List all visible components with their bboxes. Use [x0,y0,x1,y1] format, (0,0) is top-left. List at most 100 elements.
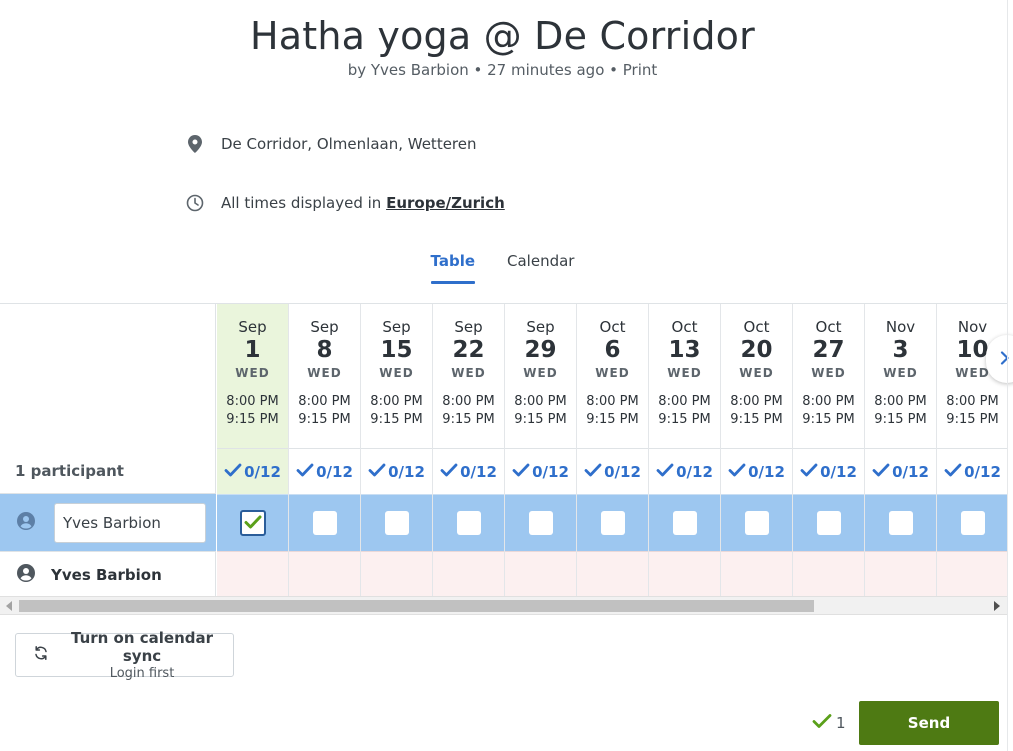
participant-name-input[interactable] [54,502,206,543]
date-weekday: WED [379,366,414,380]
date-option-cell [721,494,792,551]
date-option-checkbox[interactable] [744,511,769,535]
date-end-time: 9:15 PM [442,412,495,427]
date-option-checkbox[interactable] [960,511,985,535]
poll-title: Hatha yoga @ De Corridor [250,14,755,58]
date-vote-count: 0/12 [937,449,1007,494]
date-header: Oct 6 WED 8:00 PM 9:15 PM [577,304,648,449]
date-count-value: 0/12 [748,462,785,481]
participant-vote-cell [721,551,792,596]
sync-icon [33,645,49,665]
date-vote-count: 0/12 [361,449,432,494]
participant-vote-cell [433,551,504,596]
date-column: Sep 22 WED 8:00 PM 9:15 PM 0/12 [433,304,505,596]
date-option-checkbox[interactable] [312,511,337,535]
date-start-time: 8:00 PM [658,394,711,409]
participant-vote-cell [361,551,432,596]
date-month: Sep [238,318,267,336]
participant-vote-cell [505,551,576,596]
date-end-time: 9:15 PM [658,412,711,427]
tab-table[interactable]: Table [430,252,476,284]
horizontal-scrollbar[interactable] [0,596,1007,615]
date-weekday: WED [595,366,630,380]
date-start-time: 8:00 PM [730,394,783,409]
date-option-cell [289,494,360,551]
check-icon [224,463,242,481]
date-count-value: 0/12 [820,462,857,481]
date-header: Sep 1 WED 8:00 PM 9:15 PM [217,304,288,449]
date-header: Nov 3 WED 8:00 PM 9:15 PM [865,304,936,449]
date-column: Sep 8 WED 8:00 PM 9:15 PM 0/12 [289,304,361,596]
participant-vote-cell [937,551,1007,596]
date-weekday: WED [523,366,558,380]
date-header: Oct 20 WED 8:00 PM 9:15 PM [721,304,792,449]
date-start-time: 8:00 PM [802,394,855,409]
selected-count-value: 1 [836,714,846,732]
sync-button-label: Turn on calendar sync [70,629,214,665]
calendar-sync-button[interactable]: Turn on calendar sync Login first [15,629,234,681]
date-option-cell [577,494,648,551]
date-day: 8 [316,337,333,363]
check-icon [584,463,602,481]
scrollbar-thumb[interactable] [19,600,814,612]
check-icon [800,463,818,481]
date-count-value: 0/12 [676,462,713,481]
date-end-time: 9:15 PM [370,412,423,427]
participant-vote-cell [649,551,720,596]
date-month: Nov [957,318,988,336]
date-option-checkbox[interactable] [384,511,409,535]
date-start-time: 8:00 PM [370,394,423,409]
date-option-cell [865,494,936,551]
date-end-time: 9:15 PM [802,412,855,427]
date-vote-count: 0/12 [289,449,360,494]
date-column: Oct 6 WED 8:00 PM 9:15 PM 0/12 [577,304,649,596]
participant-count: 1 participant [0,449,216,494]
date-start-time: 8:00 PM [226,394,279,409]
date-count-value: 0/12 [244,462,281,481]
date-month: Oct [599,318,626,336]
timezone-row: All times displayed in Europe/Zurich [185,193,505,213]
date-option-cell [793,494,864,551]
date-header: Sep 8 WED 8:00 PM 9:15 PM [289,304,360,449]
date-option-cell [505,494,576,551]
date-option-checkbox[interactable] [672,511,697,535]
tab-calendar[interactable]: Calendar [507,252,574,284]
date-option-cell [937,494,1007,551]
date-vote-count: 0/12 [721,449,792,494]
date-count-value: 0/12 [892,462,929,481]
date-header: Sep 29 WED 8:00 PM 9:15 PM [505,304,576,449]
date-end-time: 9:15 PM [730,412,783,427]
date-month: Oct [671,318,698,336]
date-weekday: WED [235,366,270,380]
date-option-checkbox[interactable] [600,511,625,535]
date-option-cell [433,494,504,551]
participant-vote-cell [793,551,864,596]
date-month: Sep [382,318,411,336]
check-icon [296,463,314,481]
send-button[interactable]: Send [859,701,999,745]
date-weekday: WED [883,366,918,380]
date-start-time: 8:00 PM [514,394,567,409]
scroll-left-arrow-icon[interactable] [6,601,12,611]
participant-row: Yves Barbion [0,551,216,596]
date-column: Oct 27 WED 8:00 PM 9:15 PM 0/12 [793,304,865,596]
participant-name: Yves Barbion [51,565,162,584]
date-column: Oct 13 WED 8:00 PM 9:15 PM 0/12 [649,304,721,596]
date-count-value: 0/12 [460,462,497,481]
date-option-checkbox[interactable] [456,511,481,535]
date-day: 27 [812,337,845,363]
date-month: Nov [885,318,916,336]
date-option-checkbox[interactable] [816,511,841,535]
date-option-checkbox[interactable] [239,510,266,536]
date-day: 6 [604,337,621,363]
date-weekday: WED [667,366,702,380]
date-option-checkbox[interactable] [528,511,553,535]
check-icon [656,463,674,481]
timezone-link[interactable]: Europe/Zurich [386,194,505,212]
date-option-checkbox[interactable] [888,511,913,535]
location-row: De Corridor, Olmenlaan, Wetteren [185,134,477,154]
date-month: Sep [526,318,555,336]
scroll-right-arrow-icon[interactable] [994,601,1000,611]
clock-icon [185,193,205,213]
date-end-time: 9:15 PM [586,412,639,427]
